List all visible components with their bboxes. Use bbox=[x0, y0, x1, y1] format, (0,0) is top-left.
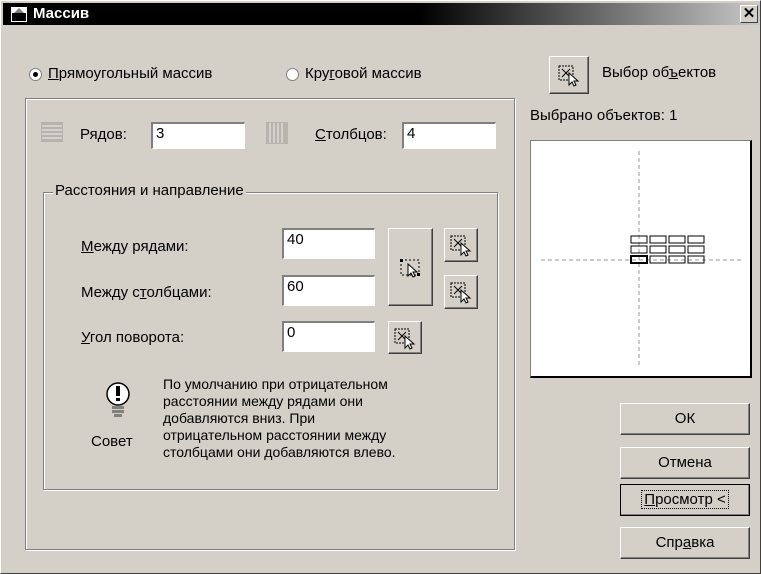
rectangular-array-label[interactable]: Прямоугольный массив bbox=[48, 65, 212, 82]
polar-array-radio[interactable] bbox=[286, 68, 299, 81]
close-button[interactable]: ✕ bbox=[740, 5, 758, 23]
column-offset-label: Между столбцами: bbox=[81, 284, 212, 301]
ok-button[interactable]: ОК bbox=[620, 403, 750, 435]
preview-button-label: Просмотр < bbox=[641, 490, 729, 509]
select-objects-label[interactable]: Выбор объектов bbox=[602, 64, 716, 81]
preview-cell bbox=[668, 245, 686, 254]
preview-drawing bbox=[541, 151, 741, 366]
rotation-angle-input[interactable]: 0 bbox=[282, 321, 375, 352]
rows-label: Рядов: bbox=[80, 126, 127, 143]
pick-column-offset-icon bbox=[450, 282, 472, 304]
rectangular-array-radio[interactable] bbox=[29, 68, 42, 81]
rows-input[interactable]: 3 bbox=[151, 122, 245, 149]
selected-objects-count: Выбрано объектов: 1 bbox=[530, 107, 678, 124]
tip-line: отрицательном расстоянии между bbox=[163, 427, 387, 443]
column-offset-input[interactable]: 60 bbox=[282, 275, 375, 306]
dialog-title: Массив bbox=[33, 5, 90, 22]
array-preview bbox=[530, 140, 752, 378]
preview-cell bbox=[687, 235, 705, 244]
pick-unit-cell-icon bbox=[400, 259, 420, 278]
close-icon: ✕ bbox=[742, 5, 756, 22]
tip-bulb-icon bbox=[106, 382, 130, 417]
tip-text: По умолчанию при отрицательном расстояни… bbox=[163, 376, 483, 461]
tip-line: столбцами они добавляются влево. bbox=[163, 444, 396, 460]
tip-label: Совет bbox=[91, 433, 133, 450]
pick-row-offset-icon bbox=[450, 235, 472, 257]
pick-angle-button[interactable] bbox=[388, 321, 422, 354]
preview-cell bbox=[649, 245, 667, 254]
row-offset-label: Между рядами: bbox=[81, 238, 189, 255]
columns-label: Столбцов: bbox=[315, 126, 387, 143]
select-objects-button[interactable] bbox=[549, 56, 589, 94]
pick-unit-cell-button[interactable] bbox=[388, 228, 433, 306]
rows-icon bbox=[41, 122, 63, 142]
pick-angle-icon bbox=[394, 328, 416, 350]
rotation-angle-label: Угол поворота: bbox=[81, 329, 185, 346]
title-bar[interactable]: Массив ✕ bbox=[3, 3, 760, 25]
tip-line: По умолчанию при отрицательном bbox=[163, 376, 388, 392]
tip-line: добавляются вниз. При bbox=[163, 410, 316, 426]
pick-row-offset-button[interactable] bbox=[444, 228, 478, 262]
array-app-icon bbox=[11, 7, 27, 22]
columns-input[interactable]: 4 bbox=[402, 122, 496, 149]
preview-button[interactable]: Просмотр < bbox=[620, 484, 750, 516]
offset-direction-title: Расстояния и направление bbox=[53, 182, 246, 199]
tip-line: расстоянии между рядами они bbox=[163, 393, 363, 409]
array-dialog: Массив ✕ Прямоугольный массив Круговой м… bbox=[0, 0, 761, 574]
pick-column-offset-button[interactable] bbox=[444, 275, 478, 309]
columns-icon bbox=[266, 122, 288, 144]
polar-array-label[interactable]: Круговой массив bbox=[305, 65, 422, 82]
row-offset-input[interactable]: 40 bbox=[282, 228, 375, 259]
preview-cell bbox=[687, 245, 705, 254]
preview-cell bbox=[668, 235, 686, 244]
select-objects-icon bbox=[558, 65, 580, 87]
preview-cell bbox=[649, 235, 667, 244]
cancel-button[interactable]: Отмена bbox=[620, 447, 750, 479]
help-button[interactable]: Справка bbox=[620, 527, 750, 559]
preview-cells bbox=[630, 235, 705, 264]
